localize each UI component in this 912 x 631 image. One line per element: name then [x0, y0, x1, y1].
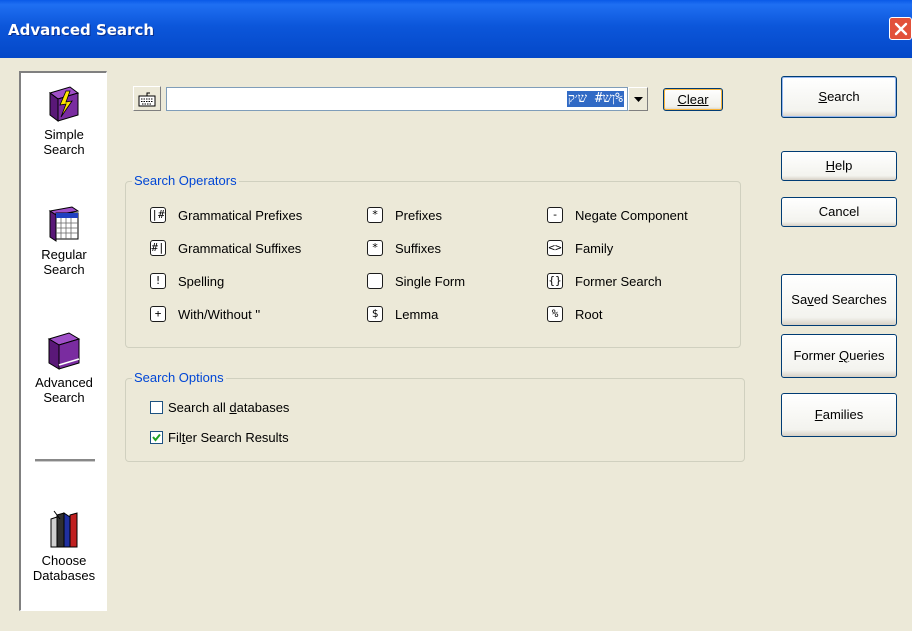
search-mode-rail: Simple Search Regular Search Advanced Se… — [19, 71, 107, 611]
operator-symbol: - — [547, 207, 563, 223]
sidebar-label-line1: Regular — [41, 247, 87, 262]
search-input[interactable]: ןש# ש׳ק% — [166, 87, 628, 111]
operator-label: Family — [575, 241, 614, 256]
button-label: Former Queries — [793, 348, 884, 363]
help-button[interactable]: Help — [781, 151, 897, 181]
operator-label: Grammatical Suffixes — [178, 241, 302, 256]
search-input-value: ןש# ש׳ק% — [566, 91, 624, 107]
cancel-button[interactable]: Cancel — [781, 197, 897, 227]
sidebar-label-line2: Search — [43, 262, 85, 277]
checkbox-label: Search all databases — [168, 399, 289, 417]
operator-symbol — [367, 273, 383, 289]
sidebar-label-line1: Simple — [44, 127, 84, 142]
group-title: Search Operators — [132, 173, 239, 189]
operator-symbol: % — [547, 306, 563, 322]
label-part: earch — [827, 89, 860, 104]
label-part: atabases — [236, 400, 290, 415]
button-label: Search — [818, 89, 859, 104]
label-accelerator: F — [814, 407, 823, 422]
close-icon — [894, 22, 908, 36]
title-bar[interactable]: Advanced Search — [0, 0, 912, 58]
operator-label: With/Without '' — [178, 307, 261, 322]
checkbox-box[interactable] — [150, 401, 163, 414]
operator-symbol: ! — [150, 273, 166, 289]
clear-button[interactable]: Clear — [663, 88, 723, 111]
sidebar-label-line2: Search — [43, 142, 85, 157]
operator-symbol: * — [367, 240, 383, 256]
label-part: Sa — [791, 292, 808, 307]
keyboard-button[interactable] — [133, 86, 161, 111]
close-button[interactable] — [889, 17, 912, 40]
search-options-group: Search Options Search all databases Filt… — [125, 370, 745, 462]
sidebar-label-line2: Search — [43, 390, 85, 405]
sidebar-item-choose-databases[interactable]: Choose Databases — [21, 509, 107, 583]
label-part: Fil — [168, 430, 182, 445]
checkbox-label: Filter Search Results — [168, 429, 289, 447]
button-label: Cancel — [818, 204, 860, 219]
sidebar-label-line1: Advanced — [35, 375, 93, 390]
books-icon — [50, 510, 78, 548]
operator-symbol: + — [150, 306, 166, 322]
label-accelerator: d — [229, 400, 237, 415]
button-label: Families — [815, 407, 863, 422]
operator-label: Spelling — [178, 274, 225, 289]
operator-symbol: <> — [547, 240, 563, 256]
checkbox-box[interactable] — [150, 431, 163, 444]
operator-label: Single Form — [395, 274, 466, 289]
operator-symbol: #| — [150, 240, 166, 256]
purple-book-icon — [47, 332, 81, 370]
label-part: elp — [835, 158, 853, 173]
sidebar-item-simple-search[interactable]: Simple Search — [21, 85, 107, 157]
sidebar-divider — [35, 459, 95, 462]
operator-symbol: |# — [150, 207, 166, 223]
operator-label: Grammatical Prefixes — [178, 208, 303, 223]
operator-symbol: * — [367, 207, 383, 223]
operator-label: Root — [575, 307, 603, 322]
operator-label: Lemma — [395, 307, 439, 322]
label-part: er Search Results — [185, 430, 289, 445]
group-title: Search Options — [132, 370, 226, 386]
sidebar-label-line1: Choose — [41, 553, 87, 568]
operator-symbol: {} — [547, 273, 563, 289]
operator-label: Negate Component — [575, 208, 688, 223]
operator-symbol: $ — [367, 306, 383, 322]
label-part: ed Searches — [813, 292, 887, 307]
sidebar-item-advanced-search[interactable]: Advanced Search — [21, 331, 107, 405]
checkmark-icon — [152, 433, 161, 442]
operator-label: Prefixes — [395, 208, 442, 223]
label-part: amilies — [822, 407, 864, 422]
button-label: Saved Searches — [791, 292, 886, 307]
search-button[interactable]: Search — [781, 76, 897, 118]
former-queries-button[interactable]: Former Queries — [781, 334, 897, 378]
clear-button-label: Clear — [677, 92, 709, 107]
search-operators-group: Search Operators |# Grammatical Prefixes… — [125, 173, 741, 348]
lightning-book-icon — [48, 86, 80, 122]
chevron-down-icon — [634, 97, 643, 102]
sidebar-label-line2: Databases — [32, 568, 96, 583]
search-history-dropdown[interactable] — [628, 87, 648, 111]
keyboard-icon — [138, 92, 156, 107]
label-accelerator: H — [825, 158, 836, 173]
operator-label: Suffixes — [395, 241, 442, 256]
operator-label: Former Search — [575, 274, 662, 289]
label-part: Former — [793, 348, 839, 363]
label-accelerator: Q — [838, 348, 850, 363]
label-accelerator: v — [807, 292, 814, 307]
grid-book-icon — [48, 206, 80, 242]
families-button[interactable]: Families — [781, 393, 897, 437]
saved-searches-button[interactable]: Saved Searches — [781, 274, 897, 326]
label-accelerator: S — [818, 89, 828, 104]
sidebar-item-regular-search[interactable]: Regular Search — [21, 205, 107, 277]
label-part: Search all — [168, 400, 230, 415]
window-title: Advanced Search — [8, 21, 155, 39]
button-label: Help — [826, 158, 853, 173]
label-part: ueries — [849, 348, 885, 363]
